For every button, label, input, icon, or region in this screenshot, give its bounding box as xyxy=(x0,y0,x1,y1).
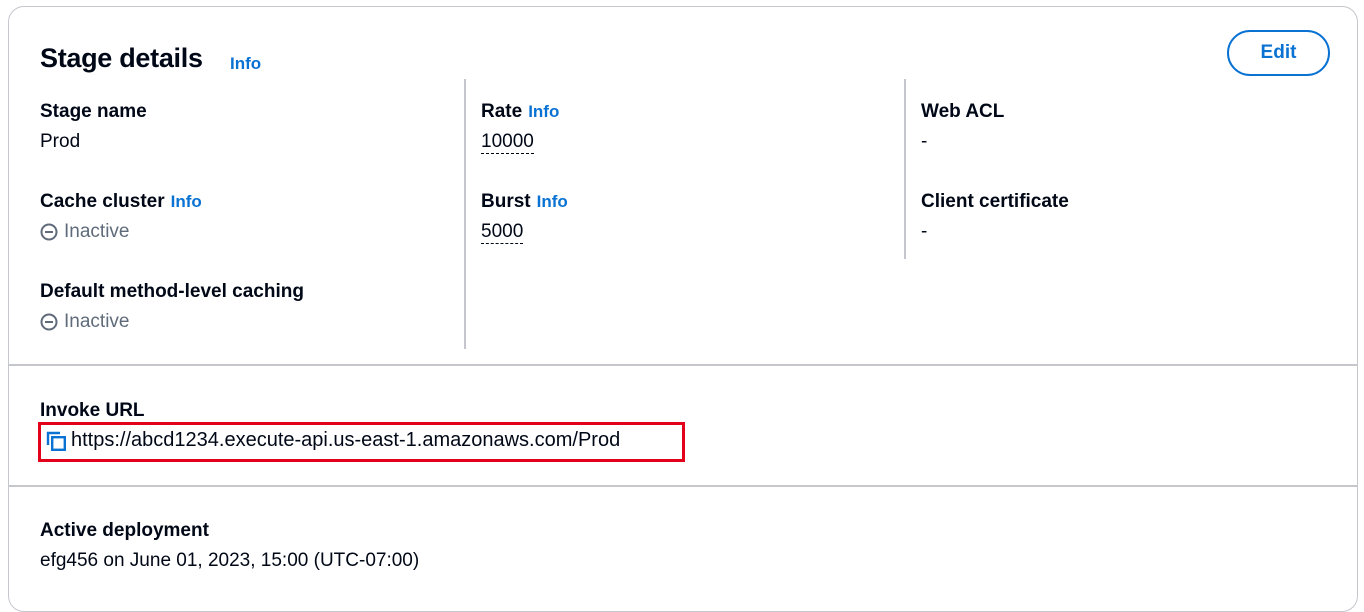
active-deployment-value: efg456 on June 01, 2023, 15:00 (UTC-07:0… xyxy=(40,550,420,571)
burst-info-link[interactable]: Info xyxy=(537,192,568,211)
stage-details-info-link[interactable]: Info xyxy=(230,54,261,74)
burst-value[interactable]: 5000 xyxy=(481,221,524,244)
cache-cluster-status: Inactive xyxy=(40,220,202,244)
default-caching-status: Inactive xyxy=(40,310,304,334)
default-caching-value: Inactive xyxy=(64,311,130,332)
field-rate: Rate Info 10000 xyxy=(481,100,559,154)
burst-value-wrap: 5000 xyxy=(481,220,568,244)
page-title: Stage details xyxy=(40,43,203,73)
cache-cluster-value: Inactive xyxy=(64,221,130,242)
default-caching-label: Default method-level caching xyxy=(40,281,304,302)
invoke-url-row: https://abcd1234.execute-api.us-east-1.a… xyxy=(46,429,620,452)
rate-label-text: Rate xyxy=(481,101,523,122)
field-invoke-url: Invoke URL xyxy=(40,399,145,423)
burst-label-text: Burst xyxy=(481,191,531,212)
burst-label: Burst Info xyxy=(481,190,568,214)
stage-name-label: Stage name xyxy=(40,101,147,122)
copy-icon[interactable] xyxy=(46,431,66,451)
stage-details-panel: Stage details Info Edit Stage name Prod … xyxy=(8,6,1358,612)
section-divider-1 xyxy=(9,364,1357,366)
web-acl-value: - xyxy=(921,131,928,152)
invoke-url-value[interactable]: https://abcd1234.execute-api.us-east-1.a… xyxy=(71,429,620,452)
section-divider-2 xyxy=(9,485,1357,487)
field-web-acl: Web ACL - xyxy=(921,100,1004,154)
cache-cluster-label-text: Cache cluster xyxy=(40,191,165,212)
cache-cluster-info-link[interactable]: Info xyxy=(171,192,202,211)
field-burst: Burst Info 5000 xyxy=(481,190,568,244)
field-active-deployment: Active deployment efg456 on June 01, 202… xyxy=(40,519,419,573)
cache-cluster-label: Cache cluster Info xyxy=(40,190,202,214)
edit-button[interactable]: Edit xyxy=(1227,30,1330,76)
rate-value[interactable]: 10000 xyxy=(481,131,534,154)
active-deployment-label: Active deployment xyxy=(40,520,209,541)
status-inactive-icon xyxy=(40,223,58,241)
field-stage-name: Stage name Prod xyxy=(40,100,147,154)
rate-value-wrap: 10000 xyxy=(481,130,559,154)
client-certificate-label: Client certificate xyxy=(921,191,1069,212)
field-default-caching: Default method-level caching Inactive xyxy=(40,280,304,334)
stage-name-value: Prod xyxy=(40,131,81,152)
status-inactive-icon xyxy=(40,313,58,331)
column-divider-1 xyxy=(464,79,466,349)
column-divider-2 xyxy=(904,79,906,259)
field-client-certificate: Client certificate - xyxy=(921,190,1069,244)
client-certificate-value: - xyxy=(921,221,928,242)
web-acl-label: Web ACL xyxy=(921,101,1005,122)
field-cache-cluster: Cache cluster Info Inactive xyxy=(40,190,202,244)
rate-info-link[interactable]: Info xyxy=(528,102,559,121)
rate-label: Rate Info xyxy=(481,100,559,124)
invoke-url-label: Invoke URL xyxy=(40,400,145,421)
